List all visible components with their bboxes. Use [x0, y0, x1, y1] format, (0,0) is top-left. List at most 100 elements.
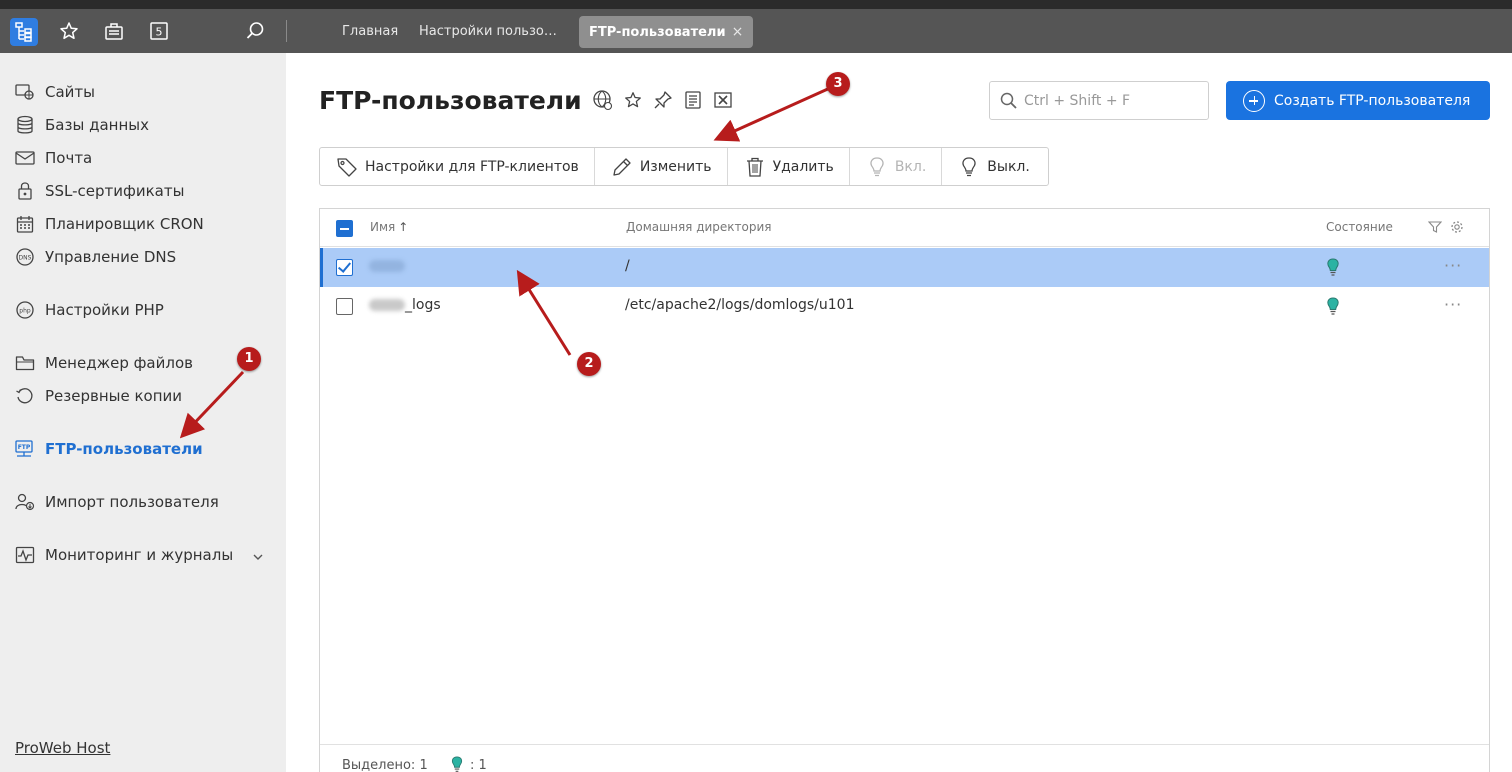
sidebar-item-label: Почта [45, 149, 93, 167]
sidebar-item-cron[interactable]: Планировщик CRON [14, 213, 204, 235]
status-on-icon [450, 756, 464, 772]
notifications-count: 5 [156, 26, 163, 39]
tab-user-settings[interactable]: Настройки пользо… [409, 16, 567, 48]
annotation-marker-2: 2 [577, 352, 601, 376]
enable-label: Вкл. [894, 158, 927, 175]
row-checkbox[interactable] [336, 298, 353, 315]
tab-home[interactable]: Главная [332, 16, 408, 48]
header-bar: 5 Главная Настройки пользо… FTP-пользова… [0, 9, 1512, 53]
tab-user-settings-label: Настройки пользо… [419, 24, 557, 39]
row-checkbox[interactable] [336, 259, 353, 276]
title-actions [592, 89, 734, 111]
sidebar-item-label: Настройки PHP [45, 301, 164, 319]
annotation-marker-1: 1 [237, 347, 261, 371]
select-all-checkbox[interactable] [336, 220, 353, 237]
filter-icon[interactable] [1427, 220, 1443, 237]
sidebar-item-sites[interactable]: Сайты [14, 81, 95, 103]
sidebar-item-databases[interactable]: Базы данных [14, 114, 149, 136]
status-on-icon [1326, 297, 1340, 321]
sidebar-item-dns[interactable]: DNS Управление DNS [14, 246, 176, 268]
sidebar-item-mail[interactable]: Почта [14, 147, 92, 169]
notifications-count-icon[interactable]: 5 [148, 20, 170, 42]
tag-settings-icon [336, 156, 358, 178]
favorites-star-icon[interactable] [58, 20, 80, 42]
search-box[interactable] [989, 81, 1209, 120]
sidebar-item-label: FTP-пользователи [45, 440, 203, 458]
panel-logo-icon[interactable] [10, 18, 38, 46]
enable-button[interactable]: Вкл. [850, 148, 943, 185]
delete-button[interactable]: Удалить [728, 148, 850, 185]
pin-icon[interactable] [652, 89, 674, 111]
sidebar-item-php[interactable]: php Настройки PHP [14, 299, 164, 321]
sidebar-item-label: Управление DNS [45, 248, 177, 266]
sidebar-item-file-manager[interactable]: Менеджер файлов [14, 352, 193, 374]
table-row[interactable]: _logs /etc/apache2/logs/domlogs/u101 ··· [320, 287, 1489, 326]
export-excel-icon[interactable] [712, 89, 734, 111]
selected-count: Выделено: 1 [342, 758, 428, 772]
star-icon[interactable] [622, 89, 644, 111]
table-header-tools [1427, 220, 1464, 237]
php-icon: php [14, 299, 36, 321]
create-ftp-user-button[interactable]: Создать FTP-пользователя [1226, 81, 1490, 120]
docs-icon[interactable] [682, 89, 704, 111]
column-state-header[interactable]: Состояние [1326, 220, 1393, 234]
tab-close-icon[interactable]: × [732, 16, 744, 48]
user-import-icon [14, 491, 36, 513]
lock-icon [14, 180, 36, 202]
chevron-down-icon[interactable] [250, 549, 266, 565]
pencil-icon [611, 156, 633, 178]
sidebar-item-backups[interactable]: Резервные копии [14, 385, 182, 407]
sidebar-item-monitoring[interactable]: Мониторинг и журналы [14, 544, 233, 566]
brand-link[interactable]: ProWeb Host [15, 739, 110, 757]
ftp-client-settings-button[interactable]: Настройки для FTP-клиентов [320, 148, 595, 185]
column-name-label: Имя [370, 220, 396, 234]
tab-ftp-users[interactable]: FTP-пользователи × [579, 16, 754, 48]
sidebar-item-user-import[interactable]: Импорт пользователя [14, 491, 219, 513]
search-icon [999, 91, 1019, 115]
column-state-label: Состояние [1326, 220, 1393, 234]
sidebar-item-label: Импорт пользователя [45, 493, 219, 511]
ftp-users-table: Имя ↑ Домашняя директория Состояние / ···… [319, 208, 1490, 772]
svg-text:FTP: FTP [18, 444, 31, 451]
sidebar-item-ftp-users[interactable]: FTP FTP-пользователи [14, 438, 203, 460]
svg-text:DNS: DNS [19, 255, 32, 262]
sidebar-item-label: Мониторинг и журналы [45, 546, 234, 564]
annotation-marker-3: 3 [826, 72, 850, 96]
search-icon[interactable] [244, 20, 266, 42]
tasks-briefcase-icon[interactable] [103, 20, 125, 42]
monitoring-icon [14, 544, 36, 566]
redacted-username [369, 260, 405, 272]
search-input[interactable] [1024, 90, 1202, 112]
lightbulb-icon [866, 156, 888, 178]
tab-ftp-users-label: FTP-пользователи [589, 25, 726, 40]
status-on-icon [1326, 258, 1340, 282]
toolbar: Настройки для FTP-клиентов Изменить Удал… [319, 147, 1049, 186]
create-ftp-user-label: Создать FTP-пользователя [1274, 92, 1471, 109]
row-more-menu[interactable]: ··· [1444, 295, 1462, 314]
database-icon [14, 114, 36, 136]
row-home-dir: / [625, 258, 630, 274]
row-more-menu[interactable]: ··· [1444, 256, 1462, 275]
sidebar-item-ssl[interactable]: SSL-сертификаты [14, 180, 184, 202]
column-name-header[interactable]: Имя ↑ [370, 220, 408, 234]
delete-label: Удалить [772, 158, 834, 175]
gear-icon[interactable] [1450, 220, 1464, 237]
lightbulb-off-icon [958, 156, 980, 178]
edit-button[interactable]: Изменить [595, 148, 728, 185]
folder-icon [14, 352, 36, 374]
globe-link-icon[interactable] [592, 89, 614, 111]
mail-icon [14, 147, 36, 169]
column-home-dir-label: Домашняя директория [626, 220, 772, 234]
sidebar-item-label: Менеджер файлов [45, 354, 193, 372]
edit-label: Изменить [639, 158, 712, 175]
table-row[interactable]: / ··· [320, 248, 1489, 287]
disable-button[interactable]: Выкл. [942, 148, 1045, 185]
dns-icon: DNS [14, 246, 36, 268]
table-header: Имя ↑ Домашняя директория Состояние [320, 209, 1489, 247]
row-user-name: _logs [369, 297, 441, 313]
column-home-dir-header[interactable]: Домашняя директория [626, 220, 772, 234]
ftp-icon: FTP [14, 438, 36, 460]
disable-label: Выкл. [987, 158, 1030, 175]
sidebar-item-label: Планировщик CRON [45, 215, 204, 233]
row-home-dir: /etc/apache2/logs/domlogs/u101 [625, 297, 855, 313]
